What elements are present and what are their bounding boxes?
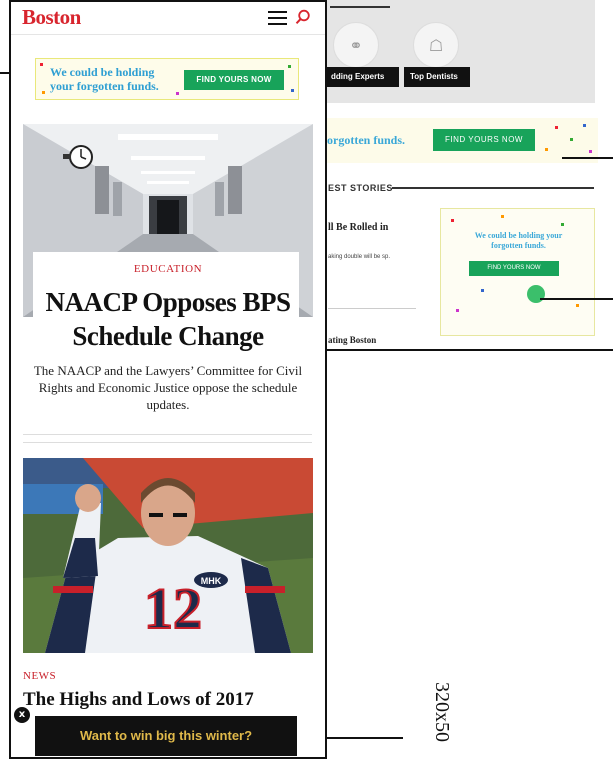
latest-stories-heading: EST STORIES xyxy=(328,183,393,193)
divider xyxy=(23,434,312,435)
side-ad-button[interactable]: FIND YOURS NOW xyxy=(469,261,559,276)
memorial-patch-text: MHK xyxy=(201,576,222,586)
sticky-bottom-ad[interactable]: Want to win big this winter? xyxy=(35,716,297,756)
seal-icon xyxy=(527,285,545,303)
story-kicker[interactable]: EDUCATION xyxy=(11,263,325,275)
divider xyxy=(23,442,312,443)
ad-text: We could be holding your forgotten funds… xyxy=(50,65,159,93)
background-banner-ad[interactable]: orgotten funds. FIND YOURS NOW xyxy=(325,118,598,163)
background-rule xyxy=(330,6,390,8)
story-headline-2[interactable]: The Highs and Lows of 2017 xyxy=(23,689,254,711)
top-banner-ad[interactable]: We could be holding your forgotten funds… xyxy=(35,58,299,100)
site-header: Boston xyxy=(11,2,325,35)
callout-line xyxy=(562,157,613,159)
football-player-photo[interactable]: 12 MHK xyxy=(23,458,313,653)
side-ad-text: We could be holding your forgotten funds… xyxy=(474,231,563,250)
background-divider xyxy=(328,308,416,309)
search-icon[interactable] xyxy=(295,9,311,25)
background-banner-text: orgotten funds. xyxy=(327,133,406,147)
jersey-number: 12 xyxy=(144,576,202,641)
hamburger-menu-icon[interactable] xyxy=(268,11,287,25)
latest-stories-rule xyxy=(392,187,594,189)
background-banner-button[interactable]: FIND YOURS NOW xyxy=(433,129,535,151)
background-story-title[interactable]: ll Be Rolled in xyxy=(328,222,388,233)
background-story-subtitle: aking double will be sp. xyxy=(328,254,391,260)
ad-size-label: 320x50 xyxy=(431,682,453,742)
category-pill-wedding-experts[interactable]: dding Experts xyxy=(325,67,399,87)
story-dek: The NAACP and the Lawyers’ Committee for… xyxy=(33,363,303,412)
story-kicker-news[interactable]: NEWS xyxy=(23,670,56,682)
close-ad-icon[interactable]: x xyxy=(14,707,30,723)
find-yours-now-button[interactable]: FIND YOURS NOW xyxy=(184,70,284,90)
background-bottom-rule xyxy=(325,349,613,351)
background-story-title-2[interactable]: ating Boston xyxy=(328,335,376,345)
callout-line xyxy=(540,298,613,300)
site-logo[interactable]: Boston xyxy=(22,5,81,30)
category-pill-top-dentists[interactable]: Top Dentists xyxy=(404,67,470,87)
tooth-icon[interactable]: ☖ xyxy=(413,22,459,68)
mobile-viewport: Boston We could be holding your forgotte… xyxy=(9,0,327,759)
rings-icon[interactable]: ⚭ xyxy=(333,22,379,68)
story-headline[interactable]: NAACP Opposes BPS Schedule Change xyxy=(11,285,325,353)
background-side-ad[interactable]: We could be holding your forgotten funds… xyxy=(440,208,595,336)
